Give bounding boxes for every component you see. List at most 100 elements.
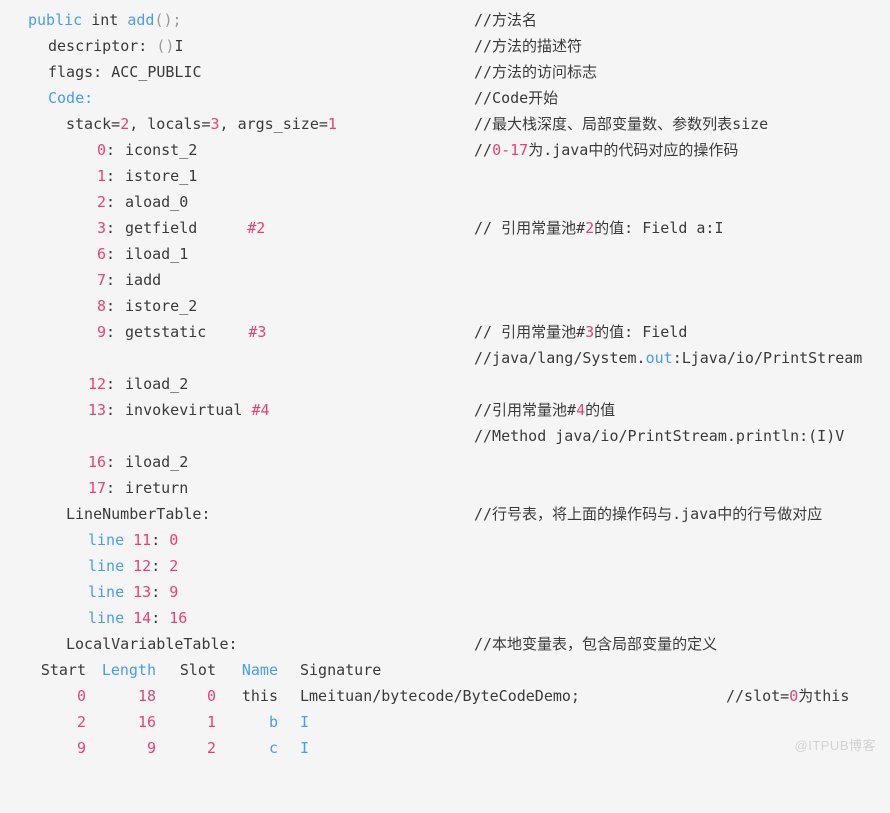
cell-signature: I	[300, 739, 310, 757]
code-line: 7: iadd	[0, 267, 890, 293]
header-name: Name	[241, 661, 278, 679]
comment-descriptor: //方法的描述符	[474, 37, 583, 55]
entry-colon: :	[151, 531, 170, 549]
line-number-entry: line 11: 0	[88, 527, 178, 553]
source-line-number: 12	[133, 557, 152, 575]
instruction-mnemonic: istore_2	[125, 297, 198, 315]
descriptor-row: descriptor: ()I	[48, 33, 183, 59]
instruction-offset: 13	[87, 401, 106, 419]
instruction-offset: 16	[87, 453, 106, 471]
instruction-mnemonic: getfield	[125, 219, 198, 237]
instruction-mnemonic: invokevirtual	[125, 401, 243, 419]
bytecode-pc: 9	[169, 583, 179, 601]
instruction-row: 9: getstatic #3	[0, 319, 266, 345]
entry-colon: :	[151, 583, 170, 601]
code-line: stack=2, locals=3, args_size=1 //最大栈深度、局…	[0, 111, 890, 137]
instruction-offset: 8	[96, 297, 106, 315]
bytecode-listing: public int add(); //方法名 descriptor: ()I …	[0, 0, 890, 761]
comment-stack-info: //最大栈深度、局部变量数、参数列表size	[474, 115, 769, 133]
instruction-mnemonic: iload_1	[125, 245, 189, 263]
code-line: 13: invokevirtual #4 //引用常量池#4的值	[0, 397, 890, 423]
line-number-entry: line 14: 16	[88, 605, 187, 631]
instruction-row: 1: istore_1	[0, 163, 197, 189]
descriptor-type: I	[174, 37, 184, 55]
instruction-offset: 9	[96, 323, 106, 341]
offset-colon: :	[106, 297, 116, 315]
bytecode-pc: 2	[169, 557, 179, 575]
instruction-offset: 1	[96, 167, 106, 185]
args-size-label: , args_size=	[219, 115, 328, 133]
args-size-value: 1	[327, 115, 337, 133]
comment-number: 3	[585, 323, 595, 341]
line-number-entry: line 12: 2	[88, 553, 178, 579]
instruction-mnemonic: getstatic	[125, 323, 207, 341]
instruction-row: 13: invokevirtual #4	[0, 397, 270, 423]
cell-slot: 2	[206, 739, 216, 757]
method-signature: public int add();	[28, 7, 182, 33]
instruction-row: 0: iconst_2	[0, 137, 197, 163]
code-line: LocalVariableTable: //本地变量表，包含局部变量的定义	[0, 631, 890, 657]
code-line: 6: iload_1	[0, 241, 890, 267]
cell-name: c	[268, 739, 278, 757]
flags-row: flags: ACC_PUBLIC	[48, 59, 202, 85]
comment-number: 0-17	[492, 141, 529, 159]
line-number-table-title: LineNumberTable:	[66, 505, 211, 523]
code-line: line 12: 2	[0, 553, 890, 579]
instruction-mnemonic: iload_2	[125, 375, 189, 393]
comment-prefix: //slot=	[726, 687, 790, 705]
offset-colon: :	[106, 219, 116, 237]
code-line: 16: iload_2	[0, 449, 890, 475]
watermark: @ITPUB博客	[794, 738, 876, 753]
stack-label: stack=	[66, 115, 121, 133]
comment-number: 4	[576, 401, 586, 419]
offset-colon: :	[106, 167, 116, 185]
instruction-row: 12: iload_2	[0, 371, 188, 397]
comment-suffix: 的值: Field a:I	[594, 219, 724, 237]
instruction-mnemonic: iadd	[125, 271, 162, 289]
cell-signature: Lmeituan/bytecode/ByteCodeDemo;	[300, 687, 580, 705]
cell-length: 18	[137, 687, 156, 705]
instruction-offset: 17	[87, 479, 106, 497]
offset-colon: :	[106, 375, 116, 393]
comment-local-variable-table: //本地变量表，包含局部变量的定义	[474, 635, 718, 653]
instruction-offset: 3	[96, 219, 106, 237]
cell-length: 16	[137, 713, 156, 731]
cell-slot: 1	[206, 713, 216, 731]
line-keyword: line	[88, 557, 125, 575]
code-line: 9: getstatic #3 // 引用常量池#3的值: Field	[0, 319, 890, 345]
stack-value: 2	[120, 115, 130, 133]
comment-suffix: 的值	[585, 401, 616, 419]
table-row: 9 9 2 c I	[0, 735, 890, 761]
comment-slot-this: //slot=0为this	[726, 683, 849, 709]
offset-colon: :	[106, 401, 116, 419]
code-line: 8: istore_2	[0, 293, 890, 319]
comment-access-flags: //方法的访问标志	[474, 63, 598, 81]
code-line: 17: ireturn	[0, 475, 890, 501]
instruction-operand: #4	[251, 401, 270, 419]
cell-slot: 0	[206, 687, 216, 705]
header-length: Length	[101, 661, 156, 679]
comment-method-name: //方法名	[474, 11, 538, 29]
line-keyword: line	[88, 583, 125, 601]
comment-line-number-table: //行号表，将上面的操作码与.java中的行号做对应	[474, 505, 823, 523]
bytecode-pc: 0	[169, 531, 179, 549]
locals-value: 3	[210, 115, 220, 133]
instruction-row: 6: iload_1	[0, 241, 188, 267]
comment-suffix: 的值: Field	[594, 323, 688, 341]
source-line-number: 14	[133, 609, 152, 627]
code-line: line 13: 9	[0, 579, 890, 605]
instruction-row: 3: getfield #2	[0, 215, 265, 241]
code-line: descriptor: ()I //方法的描述符	[0, 33, 890, 59]
code-line: 12: iload_2	[0, 371, 890, 397]
instruction-mnemonic: aload_0	[125, 193, 189, 211]
instruction-offset: 6	[96, 245, 106, 263]
locals-label: , locals=	[129, 115, 211, 133]
flags-label: flags:	[48, 63, 103, 81]
code-line: 1: istore_1	[0, 163, 890, 189]
code-line: flags: ACC_PUBLIC //方法的访问标志	[0, 59, 890, 85]
header-slot: Slot	[179, 661, 216, 679]
bytecode-pc: 16	[169, 609, 188, 627]
instruction-offset: 12	[87, 375, 106, 393]
instruction-mnemonic: istore_1	[125, 167, 198, 185]
local-variable-table-title: LocalVariableTable:	[66, 635, 238, 653]
